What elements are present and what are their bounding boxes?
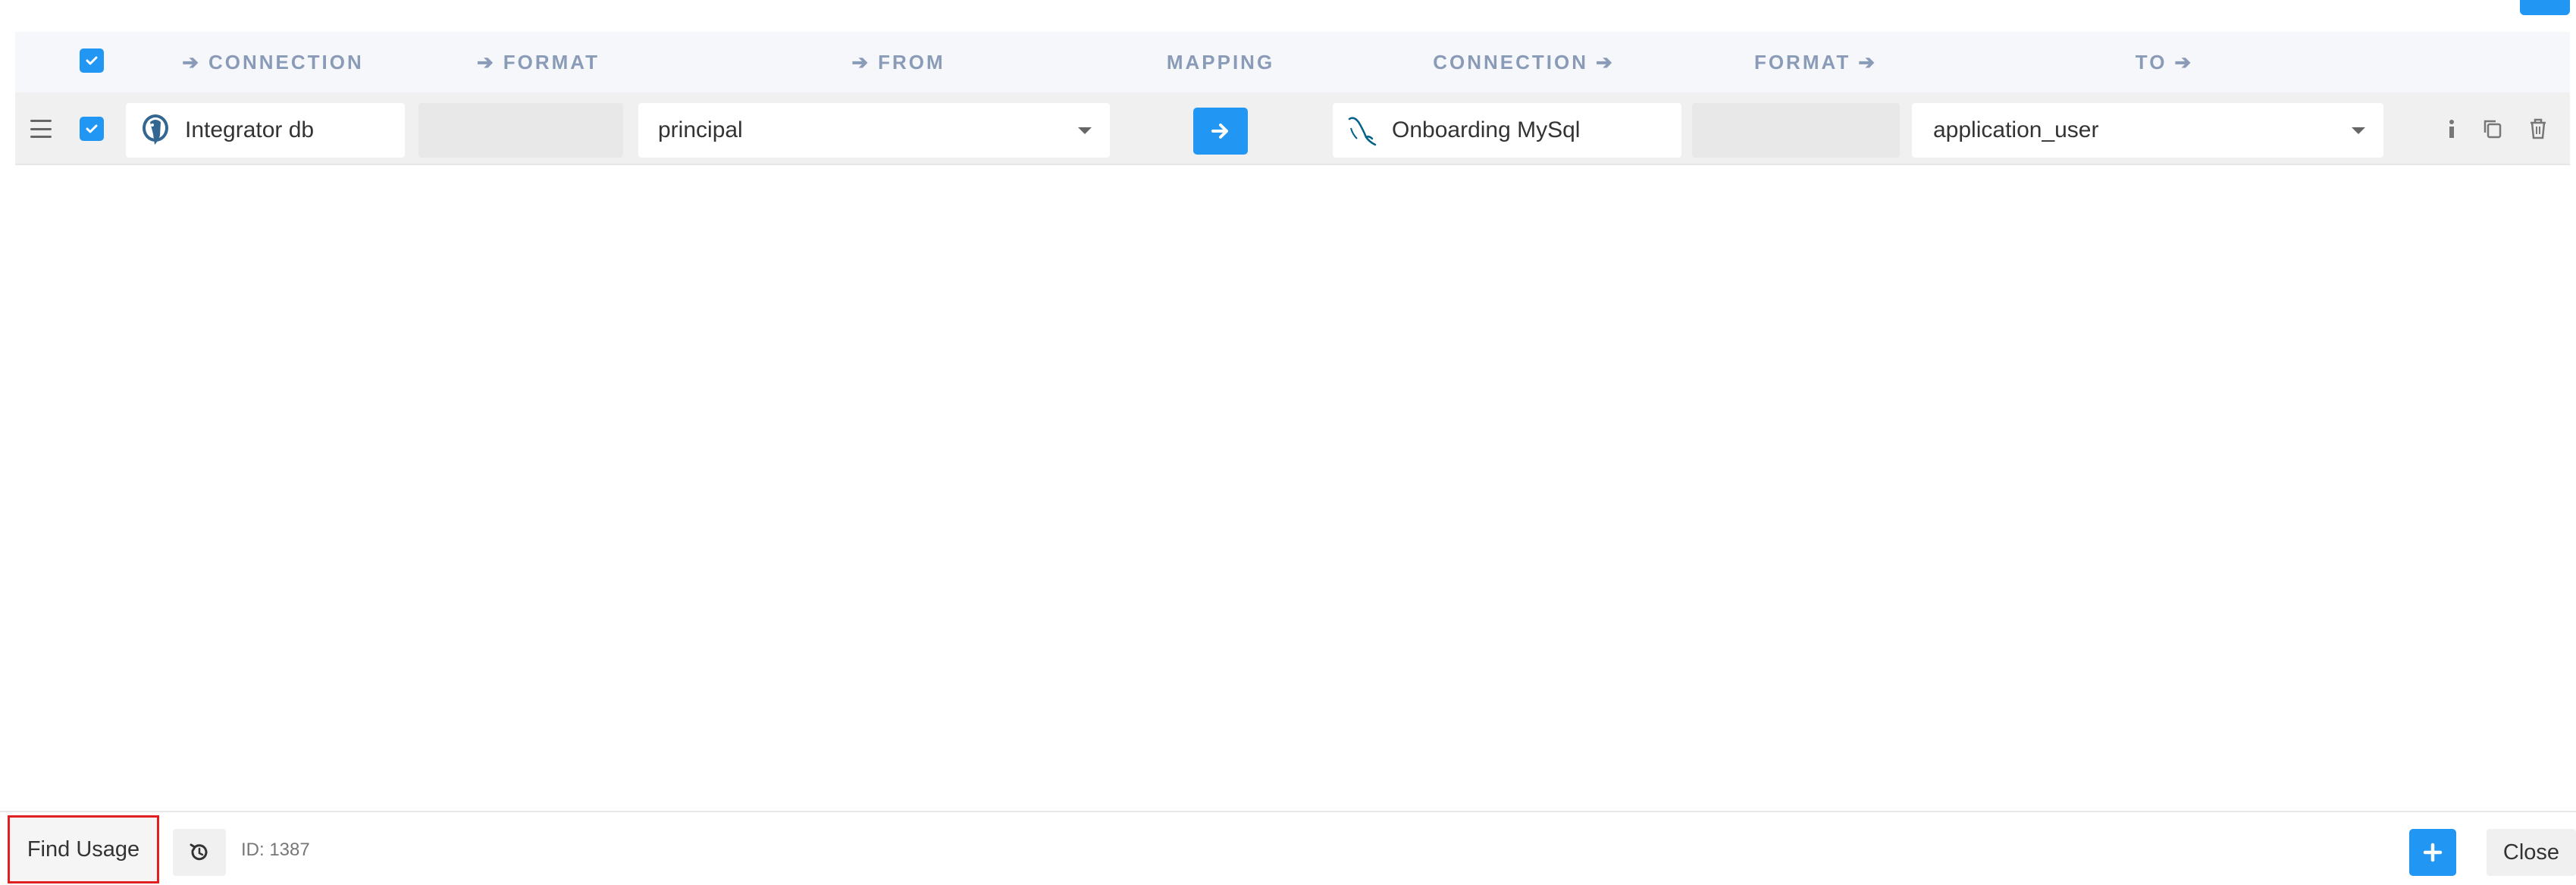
target-connection-field[interactable]: Onboarding MySql <box>1333 103 1681 158</box>
mysql-icon <box>1348 117 1377 146</box>
history-button[interactable] <box>173 829 226 876</box>
chevron-down-icon <box>2352 127 2365 134</box>
dialog-footer: Find Usage ID: 1387 Close <box>0 811 2576 885</box>
header-source-connection: ➔ CONNECTION <box>182 50 364 73</box>
check-icon <box>86 56 98 65</box>
arrow-right-icon: ➔ <box>851 50 871 73</box>
mapping-button[interactable] <box>1193 108 1248 155</box>
mapping-table-header: ➔ CONNECTION ➔ FORMAT ➔ FROM MAPPING CON… <box>15 32 2570 92</box>
corner-action-button[interactable] <box>2520 0 2570 15</box>
source-connection-field[interactable]: Integrator db <box>126 103 405 158</box>
copy-icon[interactable] <box>2479 115 2506 142</box>
row-checkbox[interactable] <box>80 117 104 141</box>
drag-handle-icon[interactable] <box>30 115 52 142</box>
header-mapping: MAPPING <box>1166 50 1275 73</box>
plus-icon <box>2423 843 2443 862</box>
header-to: TO ➔ <box>2135 50 2194 73</box>
info-icon[interactable] <box>2438 115 2465 142</box>
source-format-field[interactable] <box>418 103 623 158</box>
delete-icon[interactable] <box>2524 115 2552 142</box>
add-mapping-button[interactable] <box>2409 829 2456 876</box>
arrow-right-icon: ➔ <box>1595 50 1615 73</box>
check-icon <box>86 124 98 133</box>
mapping-row: Integrator db principal Onboarding MySql… <box>15 92 2570 165</box>
close-button[interactable]: Close <box>2487 829 2576 876</box>
header-target-format: FORMAT ➔ <box>1753 50 1878 73</box>
find-usage-button[interactable]: Find Usage <box>8 815 159 883</box>
postgresql-icon <box>143 114 168 145</box>
record-id-label: ID: 1387 <box>241 840 310 860</box>
header-from: ➔ FROM <box>851 50 945 73</box>
target-format-field[interactable] <box>1692 103 1900 158</box>
to-entity-select[interactable]: application_user <box>1912 103 2383 158</box>
header-target-connection: CONNECTION ➔ <box>1433 50 1615 73</box>
arrow-right-icon: ➔ <box>2174 50 2194 73</box>
arrow-right-icon <box>1211 124 1228 139</box>
from-entity-select[interactable]: principal <box>638 103 1110 158</box>
header-source-format: ➔ FORMAT <box>476 50 600 73</box>
select-all-checkbox[interactable] <box>80 48 104 73</box>
arrow-right-icon: ➔ <box>1858 50 1878 73</box>
chevron-down-icon <box>1078 127 1092 134</box>
history-icon <box>190 843 208 861</box>
arrow-right-icon: ➔ <box>182 50 201 73</box>
arrow-right-icon: ➔ <box>476 50 496 73</box>
